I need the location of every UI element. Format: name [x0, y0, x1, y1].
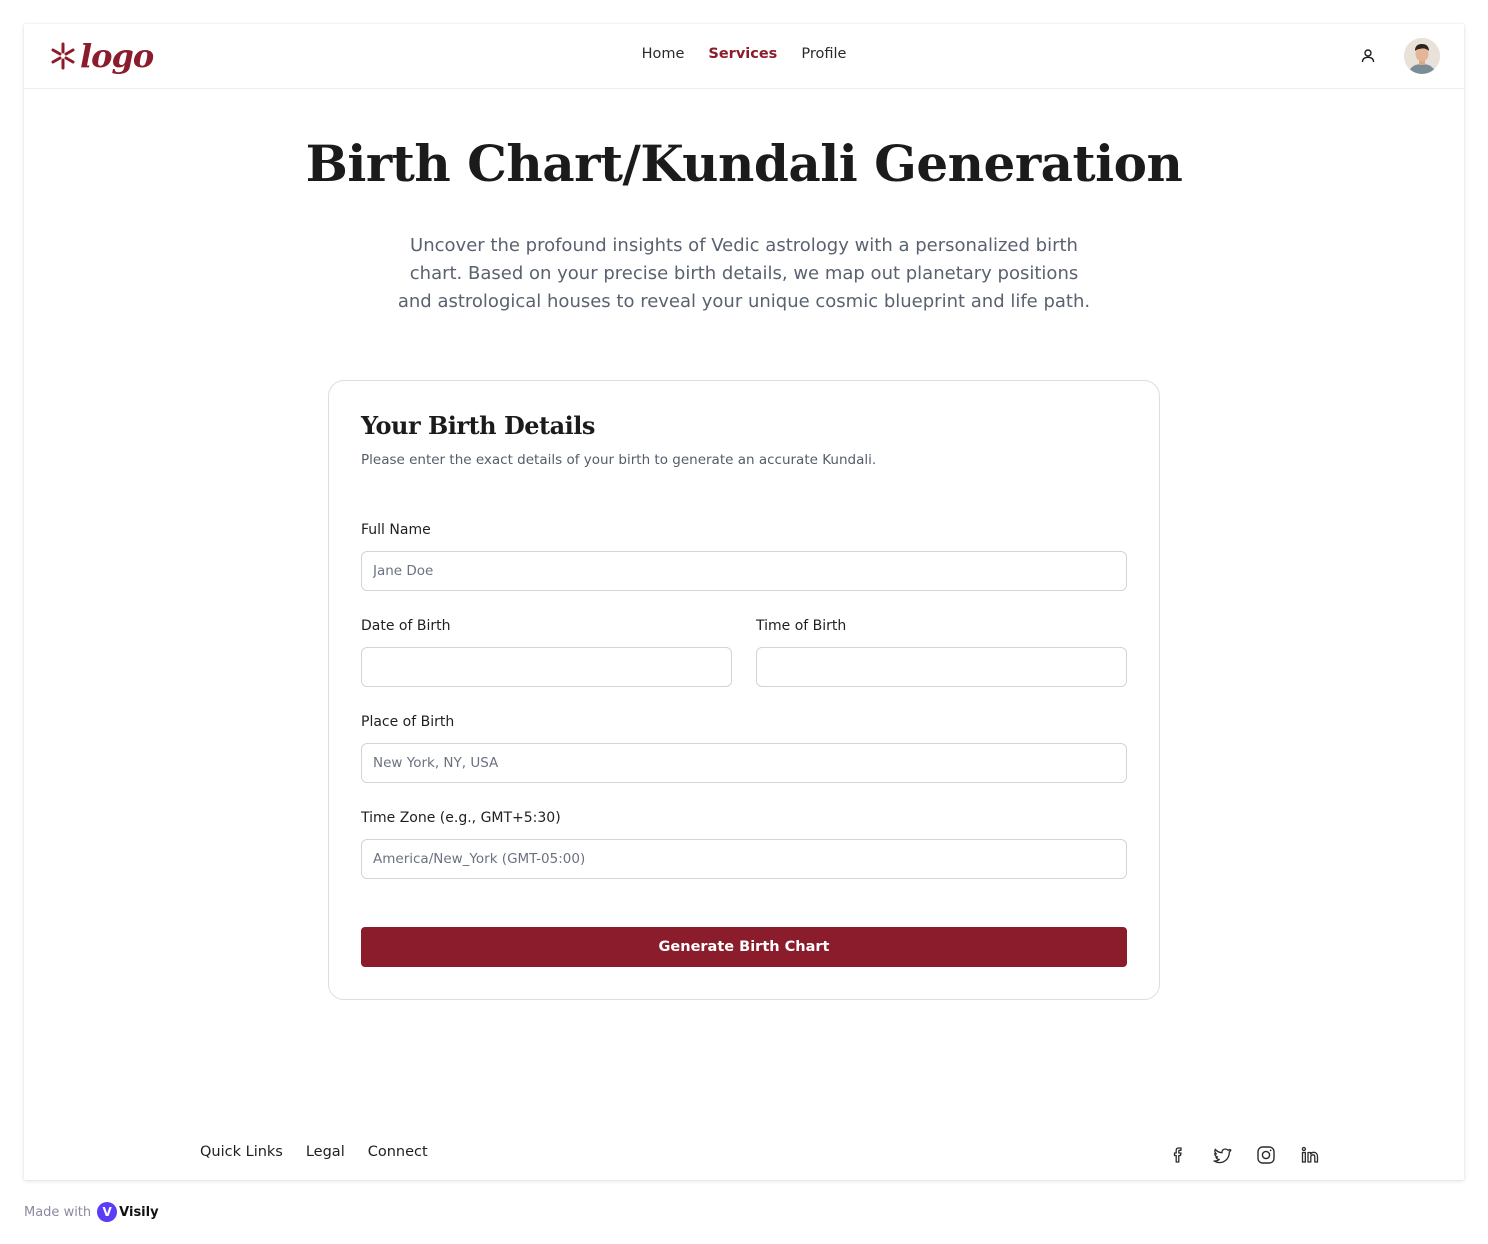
- twitter-icon[interactable]: [1211, 1144, 1233, 1166]
- avatar-image: [1404, 38, 1440, 74]
- nav-services[interactable]: Services: [708, 46, 777, 62]
- footer-link-connect[interactable]: Connect: [368, 1144, 428, 1160]
- full-name-input[interactable]: [361, 551, 1127, 591]
- time-of-birth-input[interactable]: [756, 647, 1127, 687]
- time-zone-input[interactable]: [361, 839, 1127, 879]
- generate-birth-chart-button[interactable]: Generate Birth Chart: [361, 927, 1127, 967]
- full-name-label: Full Name: [361, 522, 431, 538]
- time-of-birth-label: Time of Birth: [756, 618, 847, 634]
- user-icon[interactable]: [1360, 48, 1376, 64]
- footer-link-legal[interactable]: Legal: [306, 1144, 345, 1160]
- birth-details-card: Your Birth Details Please enter the exac…: [328, 380, 1160, 1000]
- card-subtitle: Please enter the exact details of your b…: [361, 452, 877, 468]
- page-description: Uncover the profound insights of Vedic a…: [397, 235, 1091, 312]
- nav-profile[interactable]: Profile: [801, 46, 846, 62]
- made-with-text: Made with: [24, 1204, 92, 1220]
- instagram-icon[interactable]: [1255, 1144, 1277, 1166]
- page-title: Birth Chart/Kundali Generation: [305, 134, 1183, 193]
- facebook-icon[interactable]: [1167, 1144, 1189, 1166]
- made-with-visily[interactable]: Made with V Visily: [24, 1202, 159, 1222]
- footer-links: Quick Links Legal Connect: [200, 1144, 428, 1160]
- avatar[interactable]: [1404, 38, 1440, 74]
- nav-home[interactable]: Home: [642, 46, 685, 62]
- place-of-birth-label: Place of Birth: [361, 714, 455, 730]
- linkedin-icon[interactable]: [1299, 1144, 1321, 1166]
- place-of-birth-input[interactable]: [361, 743, 1127, 783]
- visily-brand-text: Visily: [119, 1204, 159, 1220]
- time-zone-label: Time Zone (e.g., GMT+5:30): [361, 810, 561, 826]
- date-of-birth-input[interactable]: [361, 647, 732, 687]
- page-frame: logo Home Services Profile Birth Chart/K…: [24, 24, 1464, 1180]
- top-header: logo Home Services Profile: [24, 24, 1464, 89]
- date-of-birth-label: Date of Birth: [361, 618, 451, 634]
- card-title: Your Birth Details: [361, 411, 595, 440]
- main-nav: Home Services Profile: [24, 46, 1464, 62]
- visily-logo-icon: V: [97, 1202, 118, 1222]
- footer-link-quick-links[interactable]: Quick Links: [200, 1144, 283, 1160]
